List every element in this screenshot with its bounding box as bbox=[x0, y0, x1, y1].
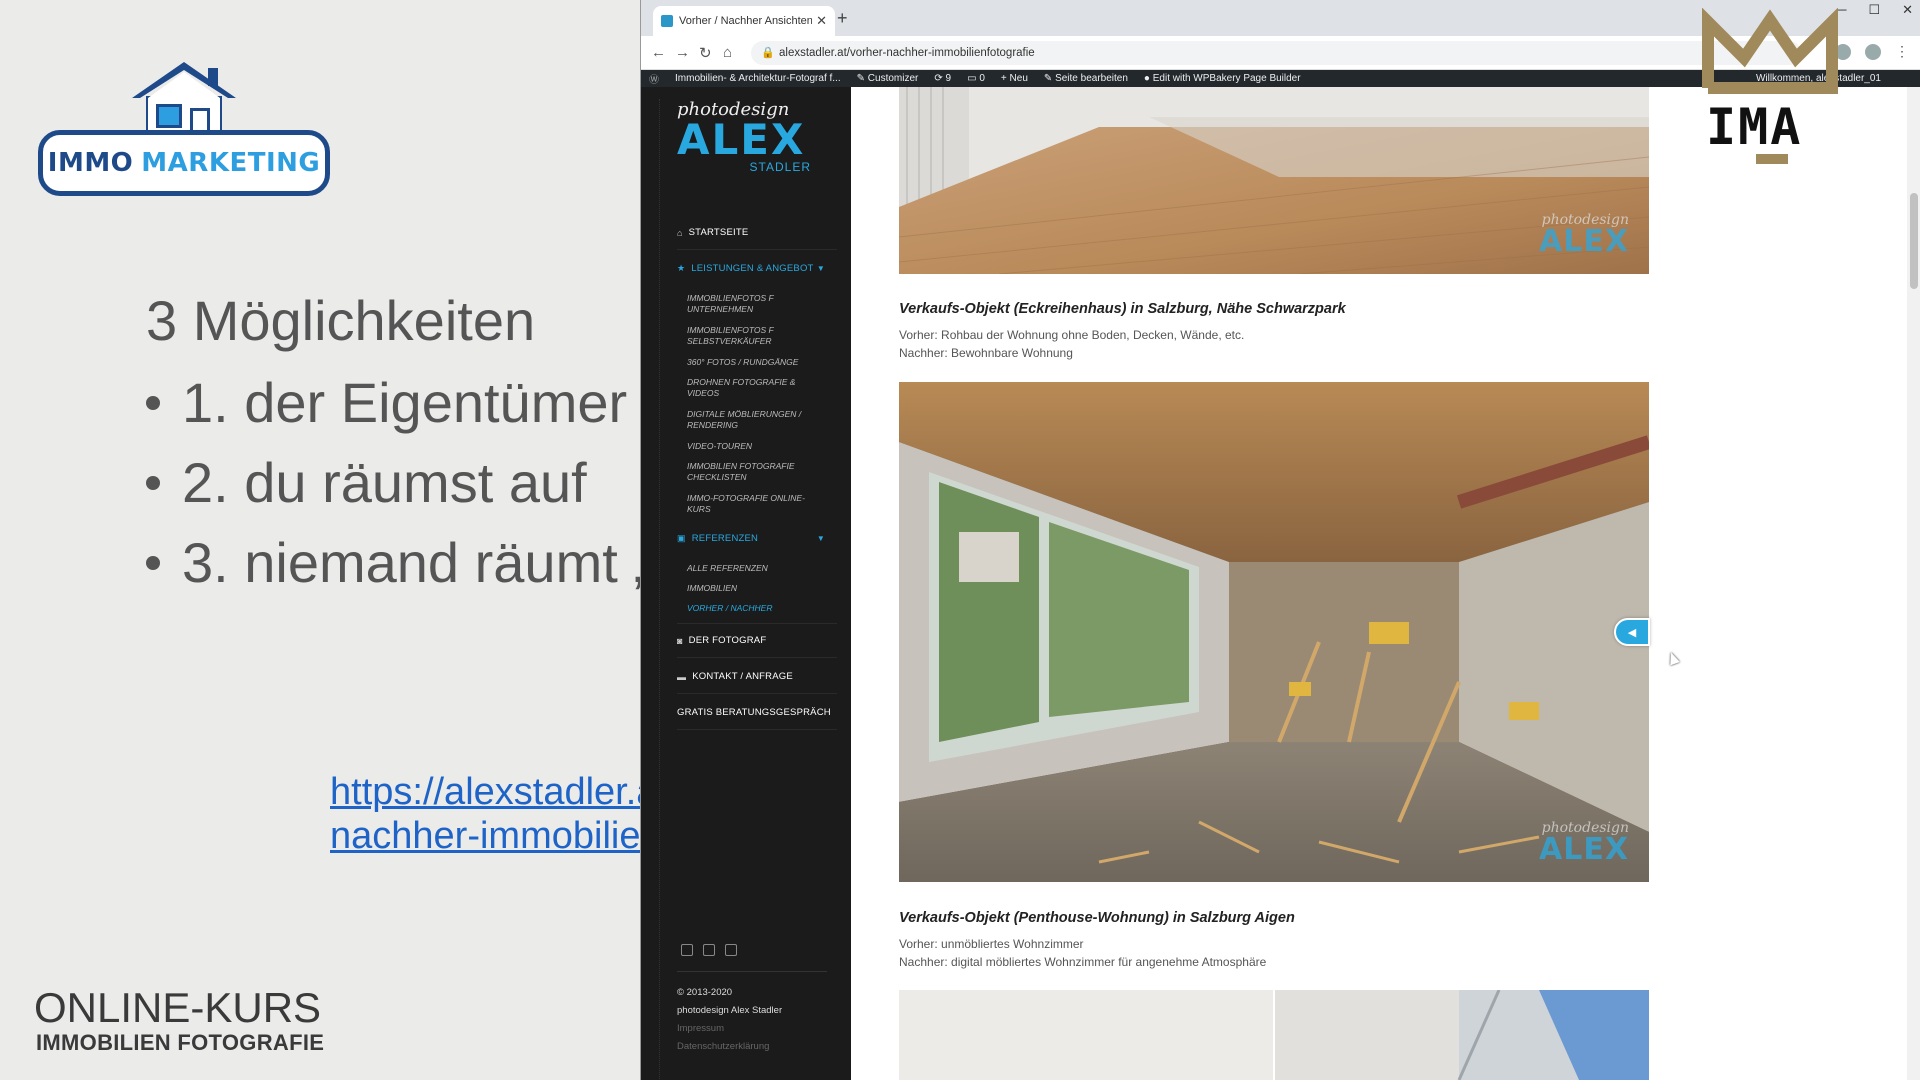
menu-dots-icon[interactable]: ⋮ bbox=[1895, 44, 1911, 60]
back-icon[interactable]: ← bbox=[651, 44, 666, 61]
new-tab-button[interactable]: + bbox=[837, 8, 848, 29]
profile-avatar-icon[interactable] bbox=[1865, 44, 1881, 60]
tab-title: Vorher / Nachher Ansichten von bbox=[679, 15, 813, 27]
star-icon: ★ bbox=[677, 263, 686, 273]
slide-bullet-2: 2. du räumst auf bbox=[146, 450, 587, 515]
course-title: ONLINE-KURS bbox=[34, 984, 322, 1031]
wp-wpbakery[interactable]: ● Edit with WPBakery Page Builder bbox=[1144, 73, 1301, 84]
lock-icon: 🔒 bbox=[761, 47, 775, 59]
ima-text: IMA bbox=[1706, 98, 1803, 156]
slide-bullet-3: 3. niemand räumt „ bbox=[146, 530, 640, 595]
presentation-slide: IMMO MARKETING 3 Möglichkeiten 1. der Ei… bbox=[0, 0, 640, 1080]
page-content: photodesign ALEX Verkaufs-Objekt (Eckreih… bbox=[851, 87, 1901, 1080]
social-icons bbox=[681, 944, 737, 956]
image-icon: ▣ bbox=[677, 533, 686, 543]
menu-item-consultation[interactable]: GRATIS BERATUNGSGESPRÄCH bbox=[677, 707, 837, 718]
wordpress-icon[interactable]: Ⓦ bbox=[649, 71, 659, 86]
menu-item-home[interactable]: ⌂ STARTSEITE bbox=[677, 227, 837, 238]
imprint-link[interactable]: Impressum bbox=[677, 1023, 724, 1034]
url-field[interactable]: 🔒 alexstadler.at/vorher-nachher-immobili… bbox=[751, 41, 1801, 65]
photo-before-construction[interactable]: photodesign ALEX bbox=[899, 382, 1649, 882]
submenu-item[interactable]: IMMOBILIEN FOTOGRAFIE CHECKLISTEN bbox=[687, 461, 827, 483]
submenu-item[interactable]: IMMOBILIENFOTOS F SELBSTVERKÄUFER bbox=[687, 325, 827, 347]
submenu-item-active[interactable]: VORHER / NACHHER bbox=[687, 603, 827, 614]
submenu-item[interactable]: ALLE REFERENZEN bbox=[687, 563, 827, 574]
site-favicon-icon bbox=[661, 15, 673, 27]
slide-toggle-button[interactable]: ◀ bbox=[1614, 618, 1650, 646]
facebook-icon[interactable] bbox=[725, 944, 737, 956]
submenu-item[interactable]: IMMOBILIEN bbox=[687, 583, 827, 594]
slide-link-continued[interactable]: nachher-immobilien bbox=[330, 814, 640, 858]
logo-word-immo: IMMO bbox=[47, 148, 134, 178]
privacy-link[interactable]: Datenschutzerklärung bbox=[677, 1041, 769, 1052]
chevron-down-icon: ▼ bbox=[816, 534, 825, 543]
submenu-item[interactable]: 360° FOTOS / RUNDGÄNGE bbox=[687, 357, 827, 368]
instagram-icon[interactable] bbox=[681, 944, 693, 956]
page-scrollbar[interactable] bbox=[1907, 87, 1920, 1080]
mail-icon: ▬ bbox=[677, 671, 687, 682]
menu-item-references[interactable]: ▣ REFERENZEN ▼ bbox=[677, 533, 837, 544]
maximize-icon[interactable]: ☐ bbox=[1868, 2, 1880, 18]
submenu-item[interactable]: VIDEO-TOUREN bbox=[687, 441, 827, 452]
submenu-item[interactable]: IMMOBILIENFOTOS F UNTERNEHMEN bbox=[687, 293, 827, 315]
logo-word-marketing: MARKETING bbox=[141, 148, 321, 178]
camera-icon: ◙ bbox=[677, 635, 683, 646]
slide-link[interactable]: https://alexstadler.a bbox=[330, 770, 640, 814]
reload-icon[interactable]: ↻ bbox=[699, 44, 712, 62]
course-subtitle: IMMOBILIEN FOTOGRAFIE bbox=[36, 1030, 325, 1055]
wp-updates[interactable]: ⟳ 9 bbox=[934, 73, 951, 84]
chevron-down-icon: ▼ bbox=[816, 264, 825, 273]
menu-item-services[interactable]: ★ LEISTUNGEN & ANGEBOT ▼ bbox=[677, 263, 837, 274]
photo-penthouse[interactable] bbox=[899, 990, 1649, 1080]
menu-item-contact[interactable]: ▬ KONTAKT / ANFRAGE bbox=[677, 671, 837, 682]
url-text: alexstadler.at/vorher-nachher-immobilien… bbox=[779, 47, 1035, 59]
entry-after: Nachher: Bewohnbare Wohnung bbox=[899, 346, 1073, 360]
ima-crown-badge: IMA bbox=[1700, 7, 1840, 168]
slide-bullet-1: 1. der Eigentümer r bbox=[146, 370, 640, 435]
wp-comments[interactable]: ▭ 0 bbox=[967, 73, 985, 84]
entry-after: Nachher: digital möbliertes Wohnzimmer f… bbox=[899, 955, 1267, 969]
submenu-item[interactable]: IMMO-FOTOGRAFIE ONLINE-KURS bbox=[687, 493, 827, 515]
youtube-icon[interactable] bbox=[703, 944, 715, 956]
immo-marketing-logo: IMMO MARKETING bbox=[38, 58, 330, 198]
forward-icon[interactable]: → bbox=[675, 44, 690, 61]
site-sidebar: photodesign ALEX STADLER ⌂ STARTSEITE ★ LE… bbox=[641, 87, 851, 1080]
wp-site-link[interactable]: Immobilien- & Architektur-Fotograf f... bbox=[675, 73, 841, 84]
photo-watermark: photodesign ALEX bbox=[1539, 820, 1629, 867]
copyright: © 2013-2020 bbox=[677, 987, 733, 998]
close-window-icon[interactable]: ✕ bbox=[1902, 2, 1913, 18]
close-tab-icon[interactable]: ✕ bbox=[816, 13, 827, 29]
wp-edit-page[interactable]: ✎ Seite bearbeiten bbox=[1044, 73, 1128, 84]
extension-icons: ⋮ bbox=[1835, 44, 1911, 60]
browser-tab[interactable]: Vorher / Nachher Ansichten von ✕ bbox=[653, 6, 835, 36]
slide-title: 3 Möglichkeiten bbox=[146, 289, 536, 352]
photo-after-eckreihenhaus[interactable]: photodesign ALEX bbox=[899, 87, 1649, 274]
site-logo[interactable]: photodesign ALEX STADLER bbox=[677, 99, 817, 187]
entry-before: Vorher: Rohbau der Wohnung ohne Boden, D… bbox=[899, 328, 1245, 342]
wp-customizer[interactable]: ✎ Customizer bbox=[857, 73, 919, 84]
entry-title: Verkaufs-Objekt (Penthouse-Wohnung) in S… bbox=[899, 910, 1295, 926]
home-icon: ⌂ bbox=[677, 227, 683, 238]
window-controls: ─ ☐ ✕ bbox=[1837, 2, 1913, 18]
entry-title: Verkaufs-Objekt (Eckreihenhaus) in Salzb… bbox=[899, 301, 1346, 317]
chevron-left-icon: ◀ bbox=[1627, 626, 1637, 639]
entry-before: Vorher: unmöbliertes Wohnzimmer bbox=[899, 937, 1084, 951]
submenu-item[interactable]: DIGITALE MÖBLIERUNGEN / RENDERING bbox=[687, 409, 827, 431]
home-icon[interactable]: ⌂ bbox=[723, 44, 732, 61]
logo-wordmark: IMMO MARKETING bbox=[38, 130, 330, 196]
menu-item-photographer[interactable]: ◙ DER FOTOGRAF bbox=[677, 635, 837, 646]
submenu-item[interactable]: DROHNEN FOTOGRAFIE & VIDEOS bbox=[687, 377, 827, 399]
footer-owner: photodesign Alex Stadler bbox=[677, 1005, 783, 1016]
photo-watermark: photodesign ALEX bbox=[1539, 212, 1629, 259]
wp-new[interactable]: + Neu bbox=[1001, 73, 1028, 84]
scrollbar-thumb[interactable] bbox=[1910, 193, 1918, 289]
